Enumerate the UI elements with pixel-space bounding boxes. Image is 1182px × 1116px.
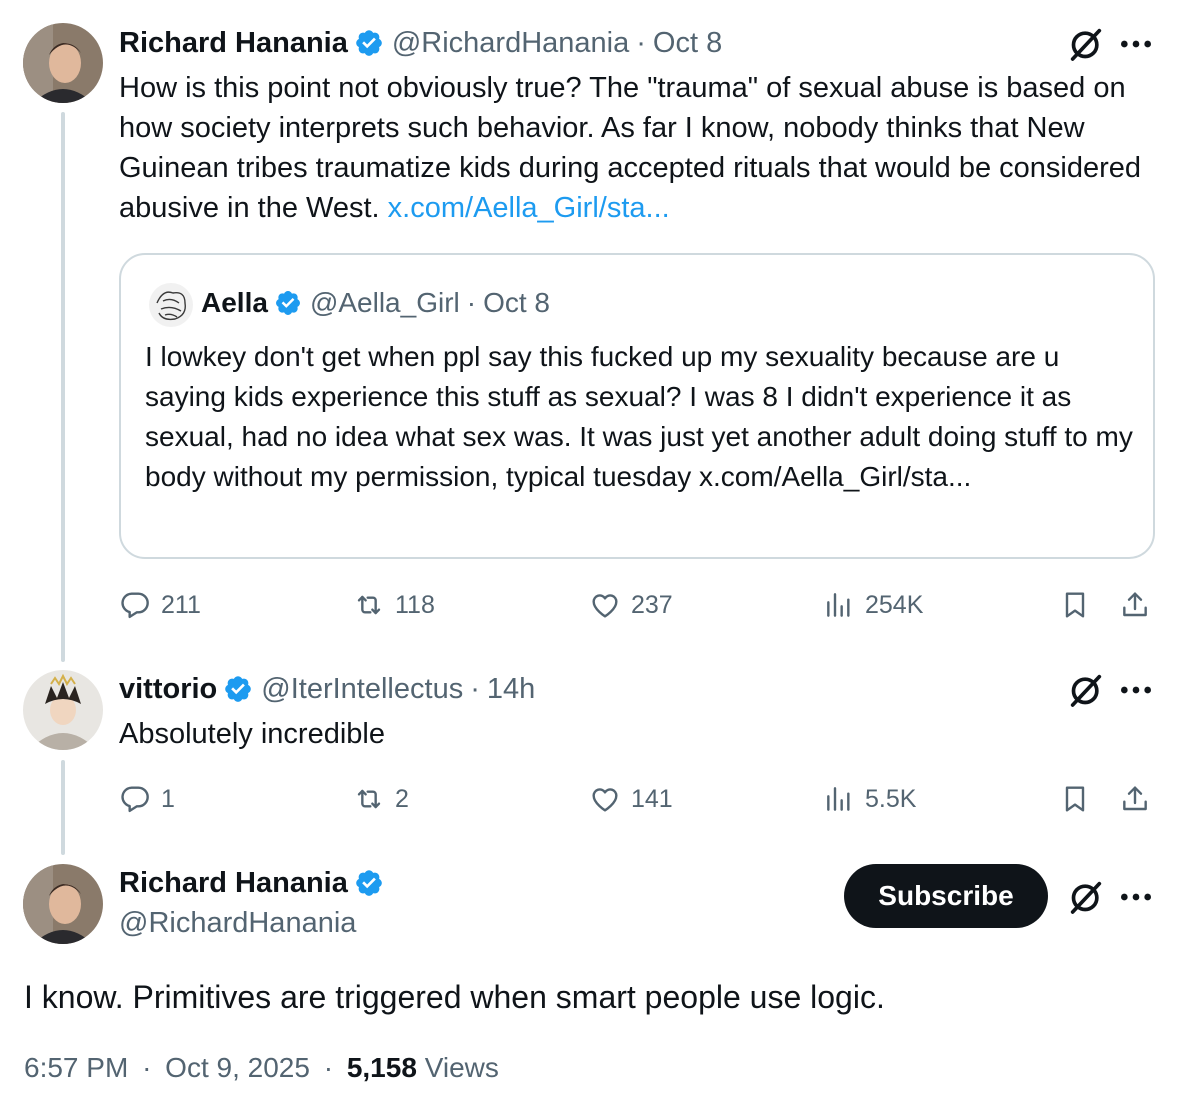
quoted-tweet[interactable]: Aella @Aella_Girl · Oct 8 I lowkey don't…: [119, 253, 1155, 559]
quote-time: Oct 8: [483, 287, 550, 318]
grok-icon[interactable]: [1066, 24, 1106, 64]
repost-count: 118: [395, 590, 435, 619]
repost-count: 2: [395, 784, 409, 813]
tweet-actions: 211 118 237 254K: [119, 583, 1155, 627]
verified-badge-icon: [274, 289, 302, 317]
quote-avatar: [149, 283, 193, 327]
like-button[interactable]: 237: [589, 583, 673, 627]
more-icon[interactable]: [1116, 24, 1156, 64]
verified-badge-icon[interactable]: [354, 28, 384, 58]
views-count: 5.5K: [865, 784, 917, 813]
share-icon: [1119, 783, 1151, 815]
more-icon[interactable]: [1116, 877, 1156, 917]
views-count: 254K: [865, 590, 924, 619]
views-button[interactable]: 5.5K: [823, 777, 916, 821]
repost-icon: [353, 589, 385, 621]
like-icon: [589, 589, 621, 621]
reply-count: 211: [161, 590, 201, 619]
grok-icon[interactable]: [1066, 877, 1106, 917]
quote-header: Aella @Aella_Girl · Oct 8: [201, 283, 550, 323]
tweet-time[interactable]: 6:57 PM: [24, 1052, 128, 1083]
reply-button[interactable]: 211: [119, 583, 201, 627]
reply-icon: [119, 589, 151, 621]
bookmark-icon: [1059, 589, 1091, 621]
avatar[interactable]: [23, 670, 103, 750]
author-handle[interactable]: @RichardHanania: [119, 907, 356, 940]
tweet-time[interactable]: Oct 8: [653, 27, 722, 60]
verified-badge-icon[interactable]: [223, 674, 253, 704]
like-icon: [589, 783, 621, 815]
author-name[interactable]: Richard Hanania: [119, 27, 348, 60]
reply-icon: [119, 783, 151, 815]
like-count: 141: [631, 784, 673, 813]
quote-author-handle: @Aella_Girl: [309, 287, 460, 318]
author-handle-row: @RichardHanania: [119, 903, 356, 943]
tweet-date[interactable]: Oct 9, 2025: [165, 1052, 310, 1083]
thread-line: [61, 112, 65, 662]
author-name[interactable]: Richard Hanania: [119, 867, 348, 900]
tweet-meta: 6:57 PM · Oct 9, 2025 · 5,158 Views: [24, 1052, 499, 1084]
share-icon: [1119, 589, 1151, 621]
more-icon[interactable]: [1116, 670, 1156, 710]
thread-line: [61, 760, 65, 855]
tweet-header: Richard Hanania: [119, 863, 392, 903]
views-icon: [823, 589, 855, 621]
author-name[interactable]: vittorio: [119, 673, 217, 706]
quote-text: I lowkey don't get when ppl say this fuc…: [145, 341, 1133, 492]
tweet-link[interactable]: x.com/Aella_Girl/sta...: [388, 192, 670, 224]
avatar[interactable]: [23, 23, 103, 103]
tweet-header: vittorio @IterIntellectus · 14h: [119, 669, 535, 709]
separator-dot: ·: [636, 26, 646, 59]
grok-icon[interactable]: [1066, 670, 1106, 710]
separator-dot: ·: [323, 1052, 334, 1083]
separator-dot: ·: [470, 672, 480, 705]
share-button[interactable]: [1115, 777, 1155, 821]
bookmark-button[interactable]: [1055, 583, 1095, 627]
tweet-text: Absolutely incredible: [119, 718, 385, 750]
reply-button[interactable]: 1: [119, 777, 175, 821]
like-button[interactable]: 141: [589, 777, 673, 821]
tweet-header: Richard Hanania @RichardHanania · Oct 8: [119, 23, 722, 63]
views-count: 5,158: [346, 1052, 417, 1083]
avatar[interactable]: [23, 864, 103, 944]
bookmark-button[interactable]: [1055, 777, 1095, 821]
like-count: 237: [631, 590, 673, 619]
quote-author-name: Aella: [201, 287, 268, 318]
repost-icon: [353, 783, 385, 815]
views-button[interactable]: 254K: [823, 583, 923, 627]
tweet-text: I know. Primitives are triggered when sm…: [24, 979, 885, 1015]
views-icon: [823, 783, 855, 815]
tweet-text: How is this point not obviously true? Th…: [119, 68, 1159, 228]
reply-count: 1: [161, 784, 175, 813]
repost-button[interactable]: 2: [353, 777, 409, 821]
author-handle[interactable]: @IterIntellectus: [261, 673, 463, 706]
tweet-time[interactable]: 14h: [487, 673, 535, 706]
separator-dot: ·: [142, 1052, 152, 1083]
views-label: Views: [424, 1052, 499, 1083]
separator-dot: ·: [466, 287, 477, 318]
author-handle[interactable]: @RichardHanania: [392, 27, 629, 60]
subscribe-button[interactable]: Subscribe: [844, 864, 1048, 928]
repost-button[interactable]: 118: [353, 583, 435, 627]
share-button[interactable]: [1115, 583, 1155, 627]
bookmark-icon: [1059, 783, 1091, 815]
tweet-actions: 1 2 141 5.5K: [119, 777, 1155, 821]
verified-badge-icon[interactable]: [354, 868, 384, 898]
